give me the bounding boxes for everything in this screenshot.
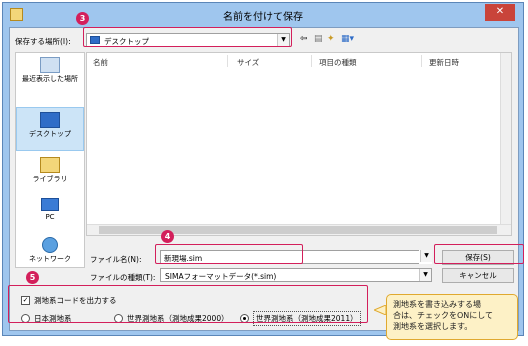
place-network[interactable]: ネットワーク: [16, 237, 84, 263]
callout-number-3: 3: [76, 12, 89, 25]
location-label: 保存する場所(I):: [15, 37, 71, 46]
scrollbar-thumb[interactable]: [99, 226, 497, 234]
column-divider: [421, 55, 422, 67]
places-bar: 最近表示した場所 デスクトップ ライブラリ PC ネットワーク: [15, 52, 85, 268]
close-icon[interactable]: ✕: [485, 4, 515, 21]
place-label: PC: [45, 213, 55, 221]
back-icon[interactable]: ⇦: [300, 34, 308, 44]
place-recent[interactable]: 最近表示した場所: [16, 57, 84, 83]
callout-box-filename: [155, 244, 303, 264]
column-size[interactable]: サイズ: [237, 57, 259, 68]
column-date[interactable]: 更新日時: [429, 57, 459, 68]
place-label: デスクトップ: [29, 130, 71, 138]
filename-dropdown[interactable]: ▼: [419, 250, 432, 264]
chevron-down-icon[interactable]: ▼: [419, 269, 431, 281]
column-name[interactable]: 名前: [93, 57, 108, 68]
place-label: ライブラリ: [32, 175, 68, 183]
place-label: ネットワーク: [29, 255, 71, 263]
desktop-icon: [40, 112, 60, 128]
callout-number-5: 5: [26, 271, 39, 284]
recent-places-icon: [40, 57, 60, 73]
callout-box-datum: [8, 285, 368, 323]
filetype-dropdown[interactable]: SIMAフォーマットデータ(*.sim) ▼: [160, 268, 432, 282]
view-menu-icon[interactable]: ▦▾: [341, 34, 354, 44]
annotated-screenshot: 名前を付けて保存 ✕ 保存する場所(I): デスクトップ ▼ ⇦ ▤ ✦ ▦▾ …: [0, 0, 528, 346]
place-library[interactable]: ライブラリ: [16, 157, 84, 183]
filename-label: ファイル名(N):: [90, 255, 142, 264]
filetype-label: ファイルの種類(T):: [90, 273, 156, 282]
pc-icon: [41, 198, 59, 211]
filetype-value: SIMAフォーマットデータ(*.sim): [165, 272, 277, 281]
callout-box-location: [83, 27, 292, 47]
column-type[interactable]: 項目の種類: [319, 57, 357, 68]
tip-line: 合は、チェックをONにして: [393, 311, 494, 320]
column-divider: [227, 55, 228, 67]
cancel-button[interactable]: キャンセル: [442, 268, 514, 283]
horizontal-scrollbar[interactable]: [87, 224, 511, 235]
network-icon: [42, 237, 58, 253]
callout-box-save: [434, 244, 524, 264]
vertical-scrollbar[interactable]: [500, 53, 511, 225]
up-folder-icon[interactable]: ▤: [314, 34, 323, 44]
callout-number-4: 4: [161, 230, 174, 243]
tip-line: 測地系を選択します。: [393, 322, 473, 331]
chevron-down-icon[interactable]: ▼: [420, 250, 432, 262]
file-list[interactable]: 名前 サイズ 項目の種類 更新日時: [86, 52, 512, 236]
place-desktop[interactable]: デスクトップ: [16, 107, 84, 151]
new-folder-icon[interactable]: ✦: [327, 34, 335, 44]
library-icon: [40, 157, 60, 173]
place-pc[interactable]: PC: [16, 198, 84, 221]
place-label: 最近表示した場所: [22, 75, 78, 83]
tip-balloon: 測地系を書き込みする場 合は、チェックをONにして 測地系を選択します。: [386, 294, 518, 340]
column-divider: [311, 55, 312, 67]
tip-line: 測地系を書き込みする場: [393, 300, 481, 309]
tip-pointer: [374, 305, 386, 315]
